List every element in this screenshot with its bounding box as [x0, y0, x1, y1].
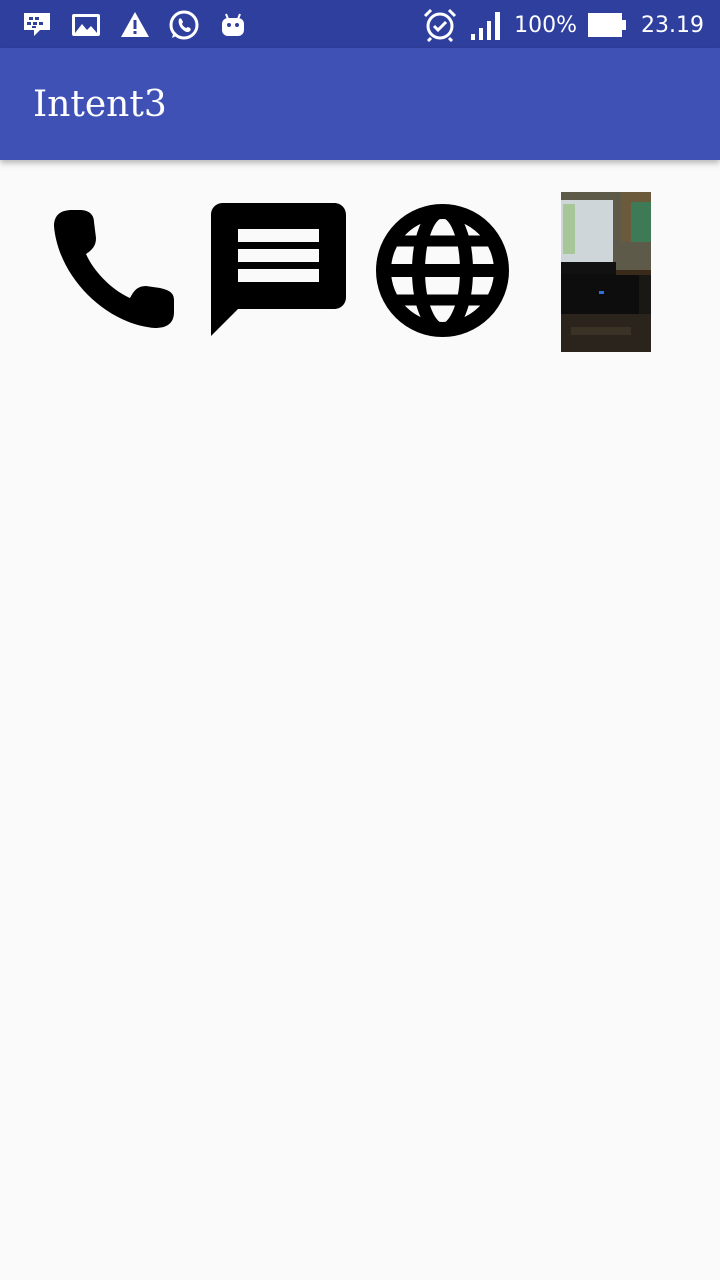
android-icon: [216, 8, 250, 42]
system-icons: 100% 23.19: [422, 8, 704, 42]
main-content: [0, 160, 720, 1280]
phone-icon: [50, 206, 176, 336]
status-bar: 100% 23.19: [0, 0, 720, 48]
whatsapp-icon: [167, 8, 201, 42]
sms-button[interactable]: [211, 203, 346, 342]
photo-thumbnail: [561, 192, 651, 352]
clock: 23.19: [641, 12, 704, 38]
battery-icon: [587, 11, 627, 39]
gallery-icon: [69, 8, 103, 42]
bbm-icon: [20, 8, 54, 42]
battery-percent: 100%: [514, 12, 578, 38]
camera-photo-button[interactable]: [561, 192, 651, 352]
app-bar: Intent3: [0, 48, 720, 160]
notification-icons: [20, 8, 250, 42]
warning-icon: [118, 8, 152, 42]
phone-call-button[interactable]: [50, 208, 176, 334]
signal-icon: [470, 9, 504, 41]
message-icon: [211, 203, 346, 342]
globe-icon: [375, 203, 510, 342]
app-title: Intent3: [33, 84, 167, 125]
alarm-icon: [422, 8, 458, 42]
web-browser-button[interactable]: [375, 203, 510, 342]
